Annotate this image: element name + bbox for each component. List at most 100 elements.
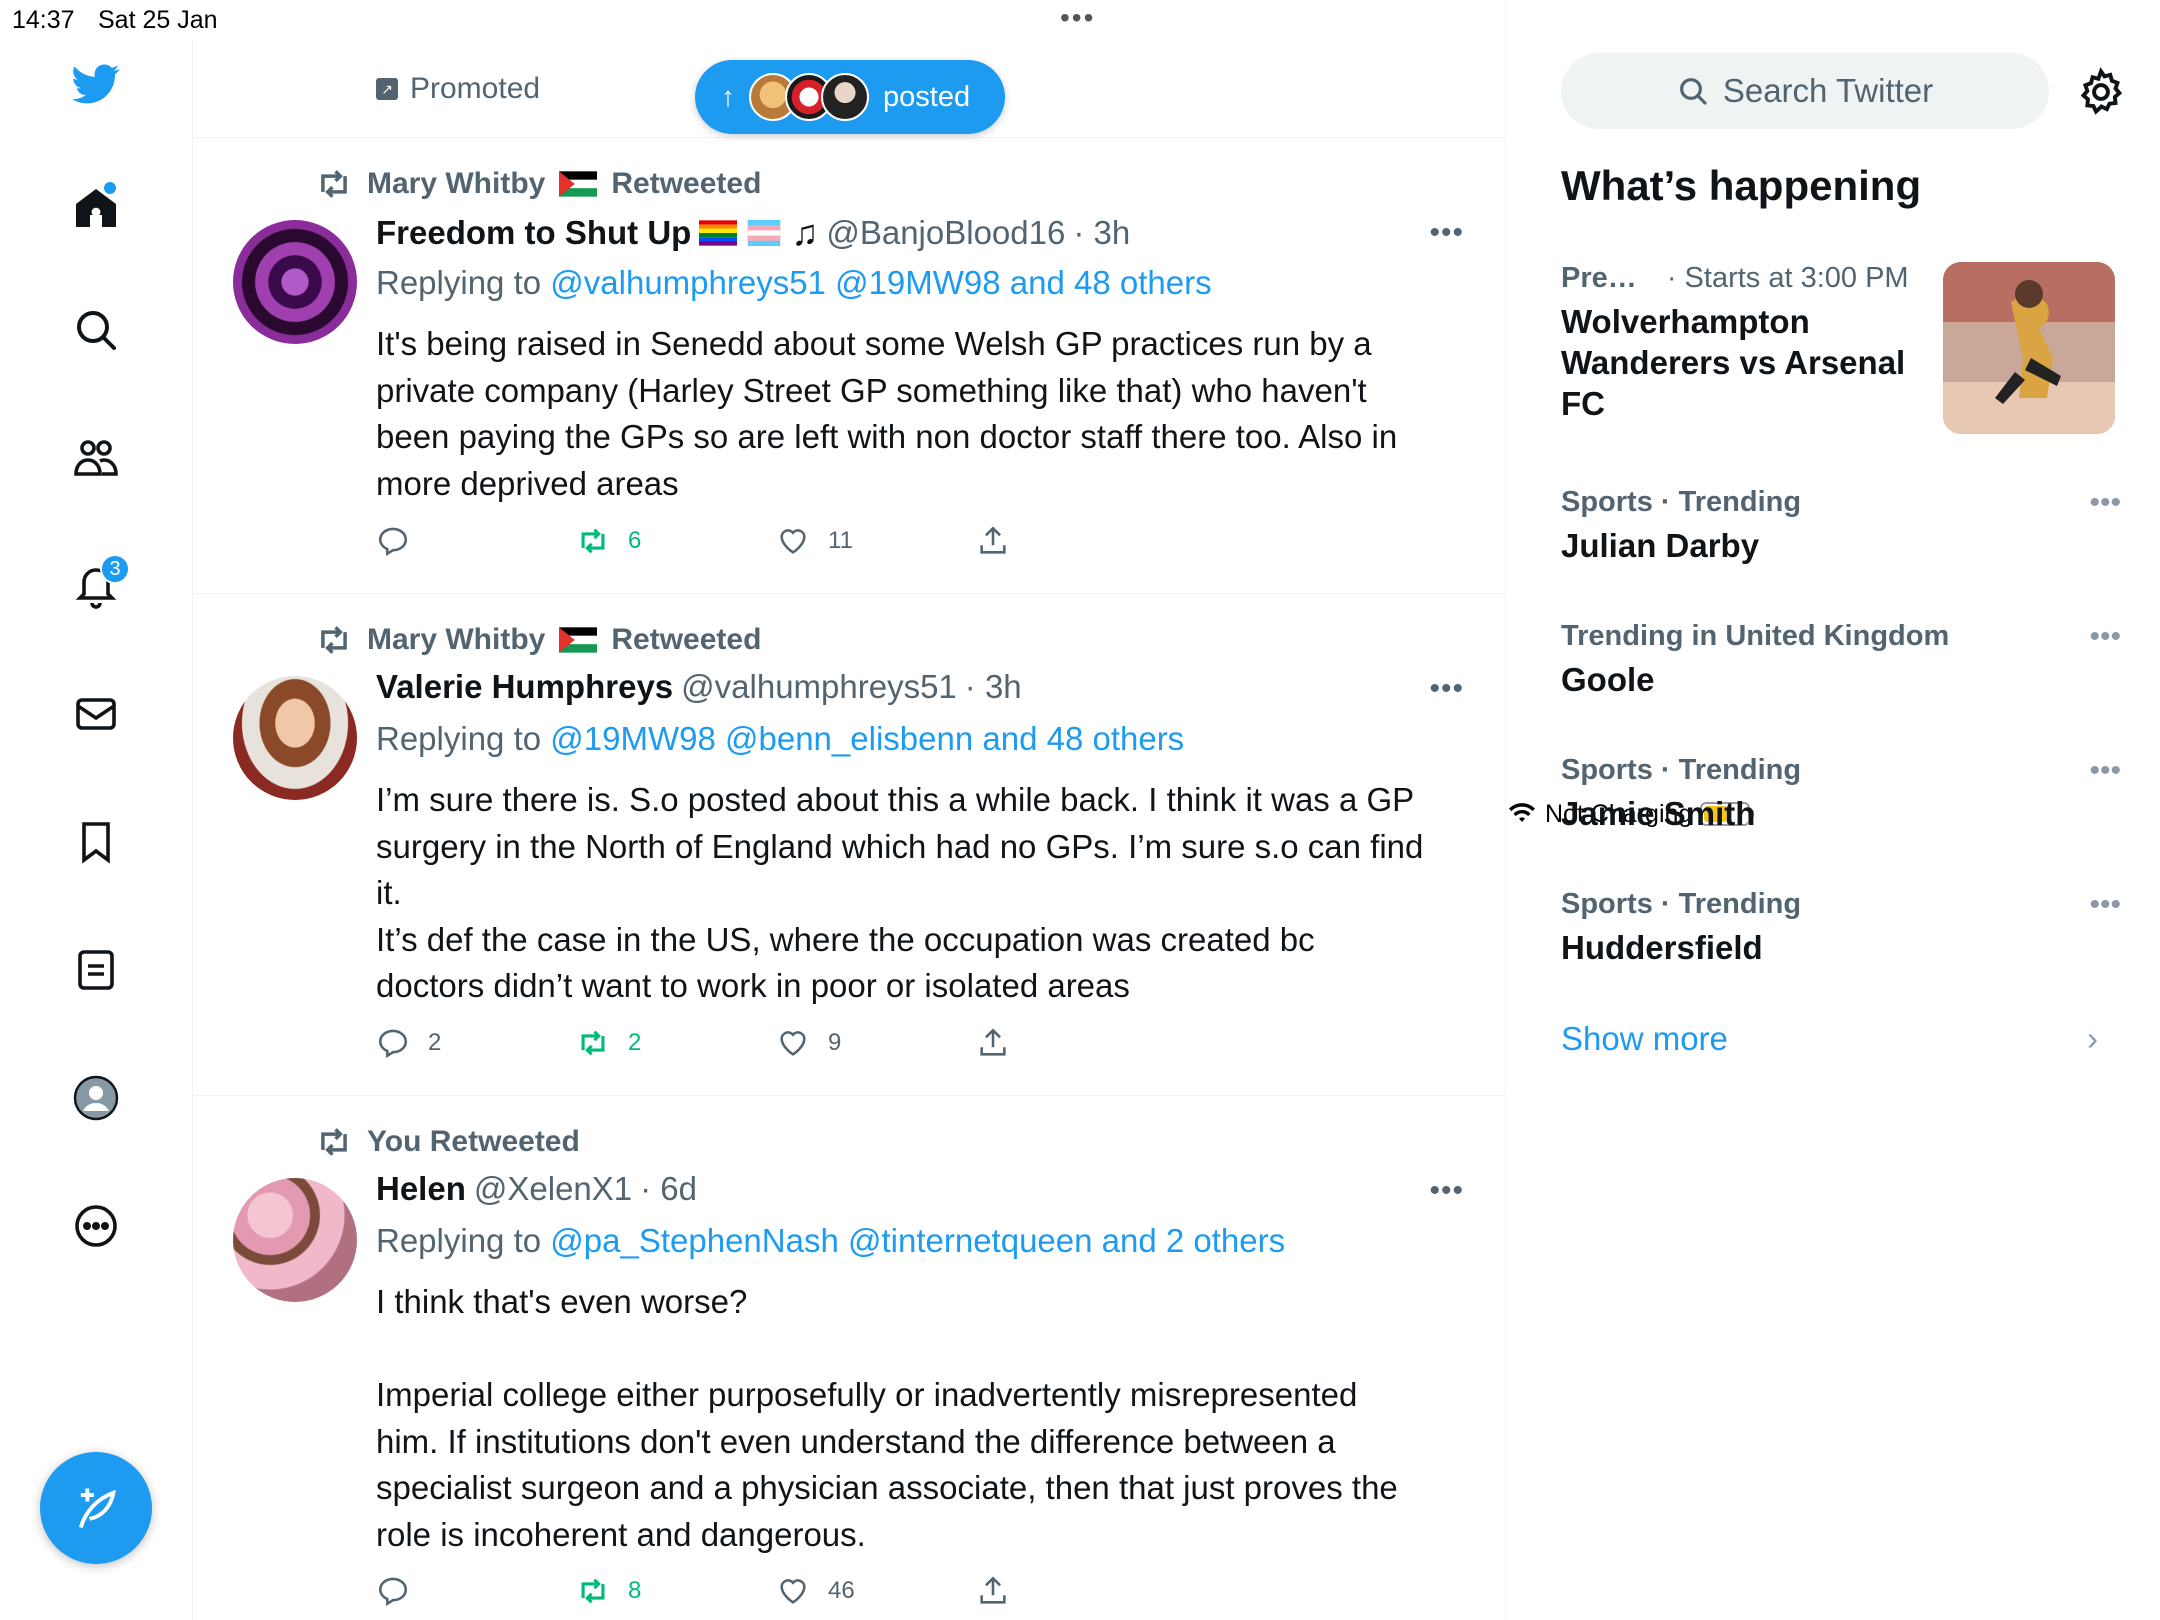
tweet[interactable]: You Retweeted Helen @XelenX1 · 6d ••• Re… (193, 1096, 1505, 1620)
replying-prefix: Replying to (376, 1222, 542, 1259)
twitter-logo-icon[interactable] (60, 48, 132, 120)
trend-more-icon[interactable]: ••• (2089, 754, 2121, 788)
share-icon (980, 1028, 1006, 1056)
author-handle[interactable]: @XelenX1 (474, 1170, 632, 1208)
trend-title: Huddersfield (1561, 929, 1763, 966)
communities-icon[interactable] (60, 422, 132, 494)
profile-avatar-icon[interactable] (60, 1062, 132, 1134)
share-button[interactable] (976, 1026, 1010, 1060)
bookmarks-icon[interactable] (60, 806, 132, 878)
messages-icon[interactable] (60, 678, 132, 750)
retweet-count: 8 (628, 1577, 642, 1604)
retweet-icon (581, 1578, 605, 1604)
reply-button[interactable]: 2 (376, 1026, 441, 1060)
search-input[interactable]: Search Twitter (1561, 53, 2049, 129)
reply-button[interactable] (376, 524, 428, 558)
like-button[interactable]: 9 (776, 1026, 841, 1060)
tweet-time[interactable]: · 6d (640, 1170, 697, 1208)
timeline: ↗ Promoted ↑ posted Mary Whitby Retweete… (193, 0, 1506, 1620)
retweet-context: Mary Whitby Retweeted (315, 165, 761, 203)
event-image[interactable] (1943, 262, 2115, 434)
retweet-icon (581, 1030, 605, 1056)
replying-to: Replying to @19MW98 @benn_elisbenn and 4… (376, 720, 1184, 758)
replying-to-links[interactable]: @pa_StephenNash @tinternetqueen and 2 ot… (550, 1222, 1285, 1259)
avatar[interactable] (233, 220, 357, 344)
tweet-header: Helen @XelenX1 · 6d (376, 1170, 697, 1208)
trend-more-icon[interactable]: ••• (2089, 486, 2121, 520)
promoted-text: Promoted (410, 72, 541, 105)
show-more-link[interactable]: Show more (1561, 1020, 1728, 1058)
posted-label: posted (883, 80, 971, 113)
search-icon[interactable] (60, 294, 132, 366)
trend-item[interactable]: Trending in United Kingdom Goole ••• (1561, 620, 2121, 700)
retweet-count: 6 (628, 527, 642, 554)
trans-flag-icon (748, 220, 781, 246)
author-name[interactable]: Helen (376, 1170, 466, 1208)
like-button[interactable]: 46 (776, 1574, 855, 1608)
event-title: Wolverhampton Wanderers vs Arsenal FC (1561, 303, 1906, 422)
trend-title: Jamie Smith (1561, 795, 1756, 832)
share-button[interactable] (976, 1574, 1010, 1608)
retweet-button[interactable]: 6 (576, 524, 641, 558)
event-time: · Starts at 3:00 PM (1666, 262, 1909, 294)
replying-to: Replying to @pa_StephenNash @tinternetqu… (376, 1222, 1285, 1260)
avatar (821, 73, 869, 121)
whats-happening-title: What’s happening (1561, 162, 1922, 209)
palestine-flag-icon (559, 627, 598, 653)
trend-item[interactable]: Sports · Trending Huddersfield ••• (1561, 888, 2121, 968)
retweeter-name[interactable]: Mary Whitby (367, 623, 545, 657)
lists-icon[interactable] (60, 934, 132, 1006)
home-icon[interactable] (60, 172, 132, 244)
like-count: 11 (828, 527, 853, 554)
author-name[interactable]: Freedom to Shut Up (376, 214, 691, 252)
replying-prefix: Replying to (376, 264, 542, 301)
settings-gear-icon[interactable] (2075, 66, 2127, 118)
tweet-text: I’m sure there is. S.o posted about this… (376, 781, 1424, 1004)
tweet-more-icon[interactable]: ••• (1429, 1174, 1464, 1208)
replying-to-links[interactable]: @valhumphreys51 @19MW98 and 48 others (550, 264, 1211, 301)
tweet[interactable]: Mary Whitby Retweeted Valerie Humphreys … (193, 594, 1505, 1096)
author-handle[interactable]: @BanjoBlood16 (826, 214, 1065, 252)
compose-tweet-button[interactable] (40, 1452, 152, 1564)
event-item[interactable]: Pre… · Starts at 3:00 PM Wolverhampton W… (1561, 262, 1941, 424)
heart-icon (780, 1031, 806, 1056)
more-options-icon[interactable] (60, 1190, 132, 1262)
notifications-bell-icon[interactable]: 3 (60, 550, 132, 622)
event-meta: Pre… · Starts at 3:00 PM (1561, 262, 1941, 295)
home-new-dot (104, 182, 116, 194)
left-nav: 3 (0, 40, 193, 1620)
retweeter-name[interactable]: Mary Whitby (367, 167, 545, 201)
retweeted-label: Retweeted (611, 167, 762, 200)
reply-button[interactable] (376, 1574, 428, 1608)
chevron-right-icon: › (2087, 1020, 2098, 1057)
status-time: 14:37 (12, 6, 75, 34)
author-name[interactable]: Valerie Humphreys (376, 668, 673, 706)
right-sidebar: Search Twitter What’s happening Pre… · S… (1507, 0, 2160, 1620)
tweet-more-icon[interactable]: ••• (1429, 216, 1464, 250)
trend-item[interactable]: Sports · Trending Julian Darby ••• (1561, 486, 2121, 566)
trend-title: Julian Darby (1561, 527, 1760, 564)
like-button[interactable]: 11 (776, 524, 853, 558)
heart-icon (780, 529, 806, 554)
replying-to: Replying to @valhumphreys51 @19MW98 and … (376, 264, 1212, 302)
replying-to-links[interactable]: @19MW98 @benn_elisbenn and 48 others (550, 720, 1184, 757)
trend-title: Goole (1561, 661, 1655, 698)
avatar[interactable] (233, 1178, 357, 1302)
tweet-time[interactable]: · 3h (1073, 214, 1130, 252)
retweet-button[interactable]: 2 (576, 1026, 641, 1060)
avatar[interactable] (233, 676, 357, 800)
tweet-time[interactable]: · 3h (965, 668, 1022, 706)
trend-more-icon[interactable]: ••• (2089, 620, 2121, 654)
trend-item[interactable]: Sports · Trending Jamie Smith ••• (1561, 754, 2121, 834)
retweet-icon (321, 170, 347, 198)
share-icon (980, 1576, 1006, 1604)
trend-meta: Sports · Trending (1561, 486, 1802, 518)
share-button[interactable] (976, 524, 1010, 558)
trend-more-icon[interactable]: ••• (2089, 888, 2121, 922)
tweet-more-icon[interactable]: ••• (1429, 672, 1464, 706)
tweet[interactable]: Mary Whitby Retweeted Freedom to Shut Up… (193, 138, 1505, 594)
retweet-button[interactable]: 8 (576, 1574, 641, 1608)
event-category: Pre… (1561, 262, 1637, 294)
new-posts-button[interactable]: ↑ posted (695, 60, 1005, 134)
author-handle[interactable]: @valhumphreys51 (681, 668, 957, 706)
